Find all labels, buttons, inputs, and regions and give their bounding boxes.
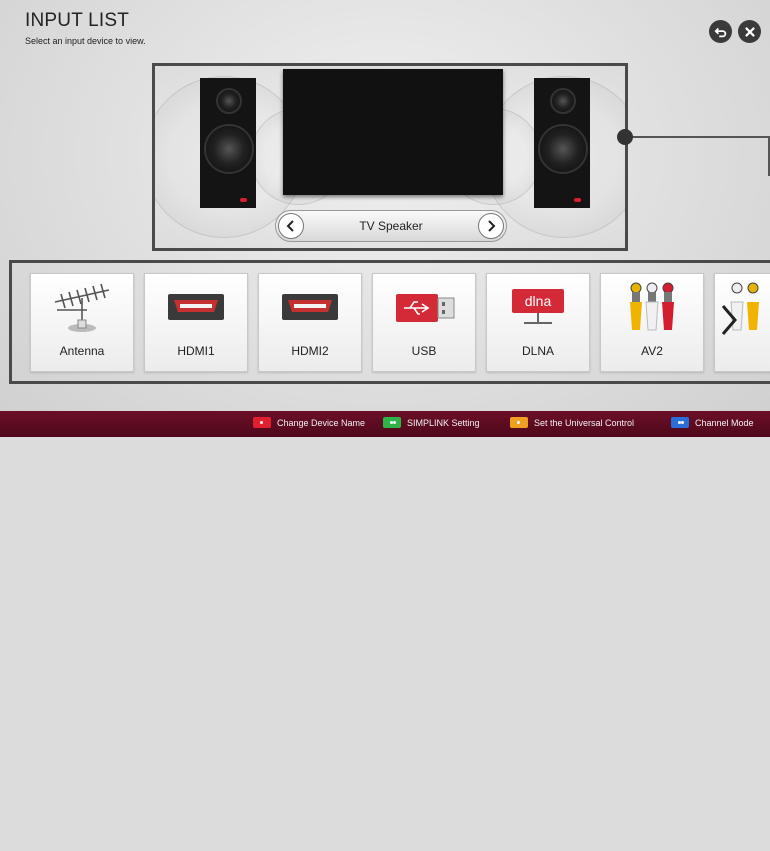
input-label: HDMI1 [177,344,215,358]
usb-icon [373,280,475,336]
footer-legend-bar: Change Device Name SIMPLINK Setting Set … [0,411,770,851]
right-speaker-graphic [534,78,590,208]
input-label: Antenna [59,344,105,358]
close-icon [744,26,755,37]
speaker-selector-label: TV Speaker [359,219,423,233]
connector-dot [617,129,633,145]
input-tile-hdmi2[interactable]: HDMI2 [258,273,362,372]
input-tile-av2[interactable]: AV2 [600,273,704,372]
input-label: DLNA [521,344,554,358]
legend-label: SIMPLINK Setting [407,417,480,428]
rca-cable-icon [601,280,703,336]
left-speaker-graphic [200,78,256,208]
input-tile-hdmi1[interactable]: HDMI1 [144,273,248,372]
pointer-indicator [277,841,287,851]
simplink-setting-hint[interactable]: SIMPLINK Setting [383,417,480,428]
input-label: HDMI2 [291,344,329,358]
antenna-icon [31,280,133,336]
universal-control-hint[interactable]: Set the Universal Control [510,417,634,428]
change-device-name-hint[interactable]: Change Device Name [253,417,365,428]
chevron-left-icon [286,220,294,232]
input-tile-antenna[interactable]: Antenna [30,273,134,372]
back-button[interactable] [709,20,732,43]
legend-label: Channel Mode [695,417,754,428]
speaker-preview-panel: TV Speaker [152,63,628,251]
hdmi-icon [145,280,247,336]
input-label: USB [411,344,437,358]
red-key-icon [253,417,271,428]
close-button[interactable] [738,20,761,43]
pointer-indicator [409,841,419,851]
next-speaker-button[interactable] [478,213,504,239]
input-tile-component[interactable] [714,273,770,372]
page-title: INPUT LIST [25,10,130,31]
connector-line [628,136,770,176]
input-tile-dlna[interactable]: dlna DLNA [486,273,590,372]
component-cable-icon [715,280,770,336]
page-subtitle: Select an input device to view. [25,36,146,46]
input-device-list: Antenna HDMI1 HDMI2 USB dlna DLNA AV2 [9,260,770,384]
legend-label: Set the Universal Control [534,417,635,428]
back-icon [714,27,726,37]
previous-speaker-button[interactable] [278,213,304,239]
green-key-icon [383,417,401,428]
input-list-screen: INPUT LIST Select an input device to vie… [0,0,770,851]
input-tile-usb[interactable]: USB [372,273,476,372]
yellow-key-icon [510,417,528,428]
dlna-icon: dlna [487,280,589,336]
chevron-right-icon [488,220,496,232]
dlna-icon-text: dlna [525,293,552,309]
input-label: AV2 [641,344,663,358]
pointer-indicator [585,841,595,851]
speaker-selector: TV Speaker [275,210,507,242]
tv-screen-graphic [283,69,503,195]
channel-mode-hint[interactable]: Channel Mode [671,417,754,428]
blue-key-icon [671,417,689,428]
hdmi-icon [259,280,361,336]
legend-label: Change Device Name [277,417,366,428]
